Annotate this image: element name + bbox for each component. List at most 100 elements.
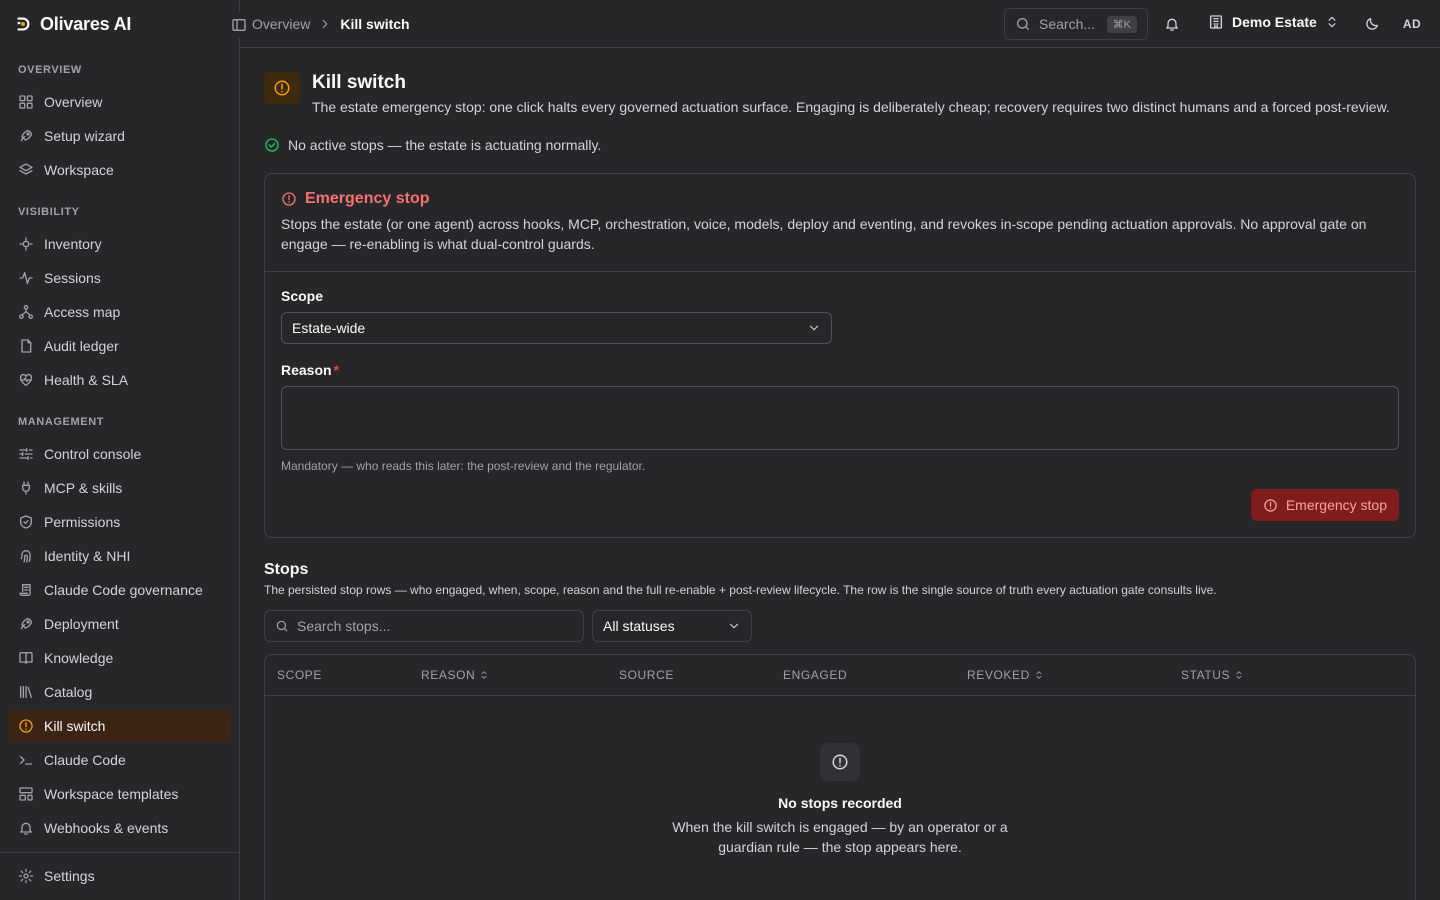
global-search-input[interactable]: Search... ⌘K — [1004, 8, 1148, 40]
emergency-stop-button-label: Emergency stop — [1285, 497, 1387, 513]
column-label: REASON — [421, 668, 476, 682]
sidebar-footer: Settings — [0, 852, 239, 900]
column-header-status[interactable]: STATUS — [1181, 668, 1244, 682]
avatar[interactable]: AD — [1398, 13, 1426, 35]
sidebar-item-access-map[interactable]: Access map — [8, 296, 231, 328]
shield-icon — [18, 514, 34, 530]
sidebar-item-label: Claude Code — [44, 752, 126, 768]
rocket-icon — [18, 616, 34, 632]
emergency-stop-form: Scope Estate-wide Reason * Mandatory — wh… — [265, 272, 1415, 489]
sidebar-item-label: Access map — [44, 304, 121, 320]
emergency-stop-card: Emergency stop Stops the estate (or one … — [264, 173, 1416, 538]
activity-icon — [18, 270, 34, 286]
column-label: STATUS — [1181, 668, 1231, 682]
emergency-stop-title-text: Emergency stop — [305, 190, 430, 207]
heart-pulse-icon — [18, 372, 34, 388]
sidebar-item-mcp-skills[interactable]: MCP & skills — [8, 472, 231, 504]
template-icon — [18, 786, 34, 802]
sidebar-item-workspace-templates[interactable]: Workspace templates — [8, 778, 231, 810]
scroll-icon — [18, 582, 34, 598]
sliders-icon — [18, 446, 34, 462]
kill-switch-alert-icon — [264, 72, 300, 104]
emergency-stop-description: Stops the estate (or one agent) across h… — [281, 216, 1367, 252]
sidebar-item-audit-ledger[interactable]: Audit ledger — [8, 330, 231, 362]
bell-icon — [18, 820, 34, 836]
sidebar-item-settings[interactable]: Settings — [8, 860, 231, 892]
sidebar-item-health-sla[interactable]: Health & SLA — [8, 364, 231, 396]
search-shortcut: ⌘K — [1106, 15, 1137, 33]
reason-label: Reason * — [281, 362, 1399, 378]
column-label: REVOKED — [967, 668, 1030, 682]
sidebar: Olivares AI OVERVIEW Overview Setup wiza… — [0, 0, 240, 900]
emergency-stop-button[interactable]: Emergency stop — [1250, 489, 1399, 521]
book-icon — [18, 650, 34, 666]
breadcrumb-current: Kill switch — [340, 15, 410, 32]
sidebar-item-webhooks-events[interactable]: Webhooks & events — [8, 812, 231, 844]
column-header-reason[interactable]: REASON — [421, 668, 489, 682]
sidebar-item-knowledge[interactable]: Knowledge — [8, 642, 231, 674]
check-circle-icon — [264, 137, 280, 153]
chevron-right-icon — [318, 17, 332, 31]
status-text: No active stops — the estate is actuatin… — [288, 137, 602, 153]
column-header-source: SOURCE — [619, 668, 674, 682]
sidebar-item-identity-nhi[interactable]: Identity & NHI — [8, 540, 231, 572]
alert-circle-icon — [1263, 498, 1278, 513]
status-filter-select[interactable]: All statuses — [592, 610, 752, 642]
panel-left-icon — [231, 17, 247, 33]
notifications-bell-icon[interactable] — [1164, 16, 1180, 32]
empty-state: No stops recorded When the kill switch i… — [265, 743, 1415, 857]
fingerprint-icon — [18, 548, 34, 564]
sidebar-item-label: Inventory — [44, 236, 102, 252]
sidebar-item-sessions[interactable]: Sessions — [8, 262, 231, 294]
sidebar-item-label: Control console — [44, 446, 142, 462]
column-header-revoked[interactable]: REVOKED — [967, 668, 1044, 682]
column-label: SOURCE — [619, 668, 674, 682]
column-header-engaged: ENGAGED — [783, 668, 847, 682]
scope-value: Estate-wide — [292, 320, 366, 336]
sidebar-item-label: Deployment — [44, 616, 119, 632]
estate-switcher[interactable]: Demo Estate — [1208, 14, 1339, 30]
sidebar-item-label: Setup wizard — [44, 128, 125, 144]
library-icon — [18, 684, 34, 700]
inventory-icon — [18, 236, 34, 252]
page-header: Kill switch The estate emergency stop: o… — [264, 72, 1416, 117]
rocket-icon — [18, 128, 34, 144]
sort-icon — [1234, 670, 1244, 680]
sidebar-item-label: Identity & NHI — [44, 548, 131, 564]
nav-section-management: MANAGEMENT — [18, 415, 105, 428]
nav-section-overview: OVERVIEW — [18, 63, 82, 76]
app-name: Olivares AI — [40, 13, 132, 34]
main-content: Kill switch The estate emergency stop: o… — [264, 72, 1416, 900]
breadcrumb-overview[interactable]: Overview — [252, 16, 310, 32]
sidebar-item-catalog[interactable]: Catalog — [8, 676, 231, 708]
sidebar-item-permissions[interactable]: Permissions — [8, 506, 231, 538]
sidebar-item-claude-code[interactable]: Claude Code — [8, 744, 231, 776]
sidebar-item-claude-code-governance[interactable]: Claude Code governance — [8, 574, 231, 606]
table-header: SCOPE REASON SOURCE ENGAGED REVOKED STAT… — [265, 655, 1415, 696]
scope-select[interactable]: Estate-wide — [281, 312, 832, 344]
sidebar-item-deployment[interactable]: Deployment — [8, 608, 231, 640]
sidebar-item-overview[interactable]: Overview — [8, 86, 231, 118]
building-icon — [1208, 14, 1224, 30]
sidebar-item-workspace[interactable]: Workspace — [8, 154, 231, 186]
empty-state-description: When the kill switch is engaged — by an … — [672, 819, 1008, 855]
sidebar-item-control-console[interactable]: Control console — [8, 438, 231, 470]
search-icon — [275, 619, 289, 633]
gear-icon — [18, 868, 34, 884]
estate-name: Demo Estate — [1232, 14, 1317, 30]
topbar: Overview Kill switch Search... ⌘K Demo E… — [226, 0, 1440, 48]
sidebar-toggle-button[interactable] — [226, 12, 252, 38]
layers-icon — [18, 162, 34, 178]
stops-title: Stops — [264, 561, 309, 578]
sidebar-item-setup-wizard[interactable]: Setup wizard — [8, 120, 231, 152]
theme-toggle-moon-icon[interactable] — [1364, 16, 1380, 32]
sidebar-item-inventory[interactable]: Inventory — [8, 228, 231, 260]
stops-search-placeholder: Search stops... — [297, 618, 391, 634]
sidebar-item-label: Knowledge — [44, 650, 114, 666]
sidebar-item-kill-switch[interactable]: Kill switch — [8, 710, 231, 742]
stops-description: The persisted stop rows — who engaged, w… — [264, 583, 1217, 597]
reason-textarea[interactable] — [281, 386, 1399, 450]
stops-search-input[interactable]: Search stops... — [264, 610, 584, 642]
sidebar-item-label: Catalog — [44, 684, 93, 700]
brand[interactable]: Olivares AI — [0, 0, 239, 48]
